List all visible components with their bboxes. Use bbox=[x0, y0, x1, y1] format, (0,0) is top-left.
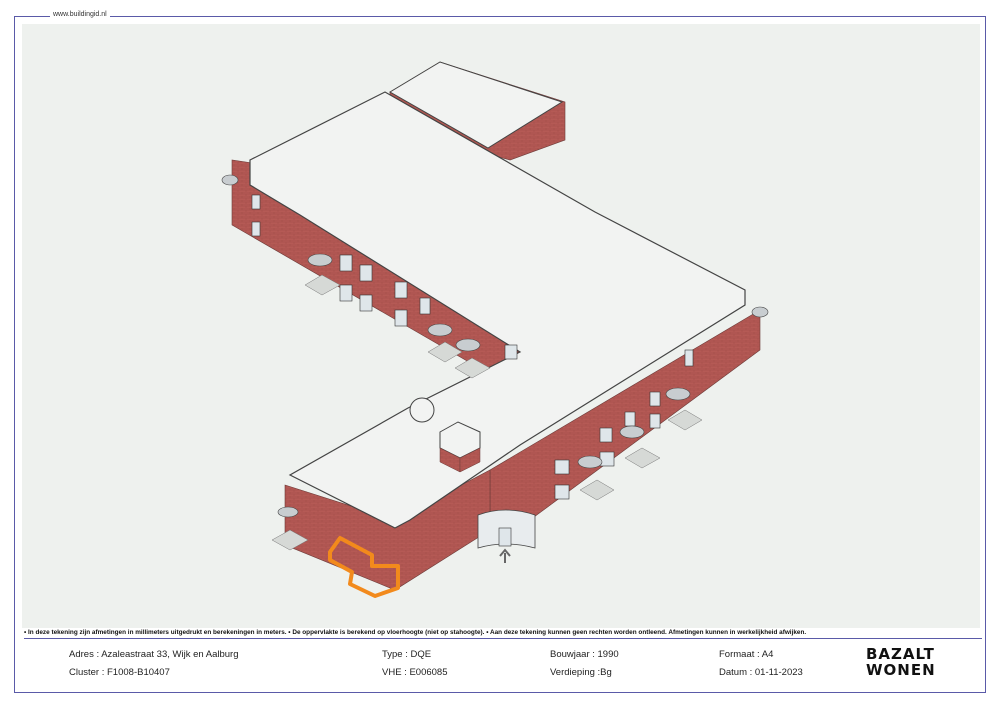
building-svg bbox=[221, 61, 769, 598]
cluster-field: Cluster : F1008-B10407 bbox=[69, 667, 170, 678]
floor-field: Verdieping :Bg bbox=[550, 667, 612, 678]
source-url: www.buildingid.nl bbox=[50, 11, 110, 18]
isometric-building-drawing bbox=[22, 24, 980, 628]
bazalt-wonen-logo: BAZALT WONEN bbox=[866, 646, 936, 678]
disclaimer-text: • In deze tekening zijn afmetingen in mi… bbox=[24, 629, 807, 636]
format-field: Formaat : A4 bbox=[719, 649, 774, 660]
logo-line-1: BAZALT bbox=[866, 645, 935, 663]
date-field: Datum : 01-11-2023 bbox=[719, 667, 803, 678]
logo-line-2: WONEN bbox=[866, 661, 936, 679]
build-year-field: Bouwjaar : 1990 bbox=[550, 649, 619, 660]
type-field: Type : DQE bbox=[382, 649, 432, 660]
flat-roof bbox=[249, 91, 746, 529]
main-entrance bbox=[477, 509, 536, 563]
vhe-field: VHE : E006085 bbox=[382, 667, 448, 678]
footer-separator bbox=[24, 638, 982, 639]
address-field: Adres : Azaleastraat 33, Wijk en Aalburg bbox=[69, 649, 239, 660]
